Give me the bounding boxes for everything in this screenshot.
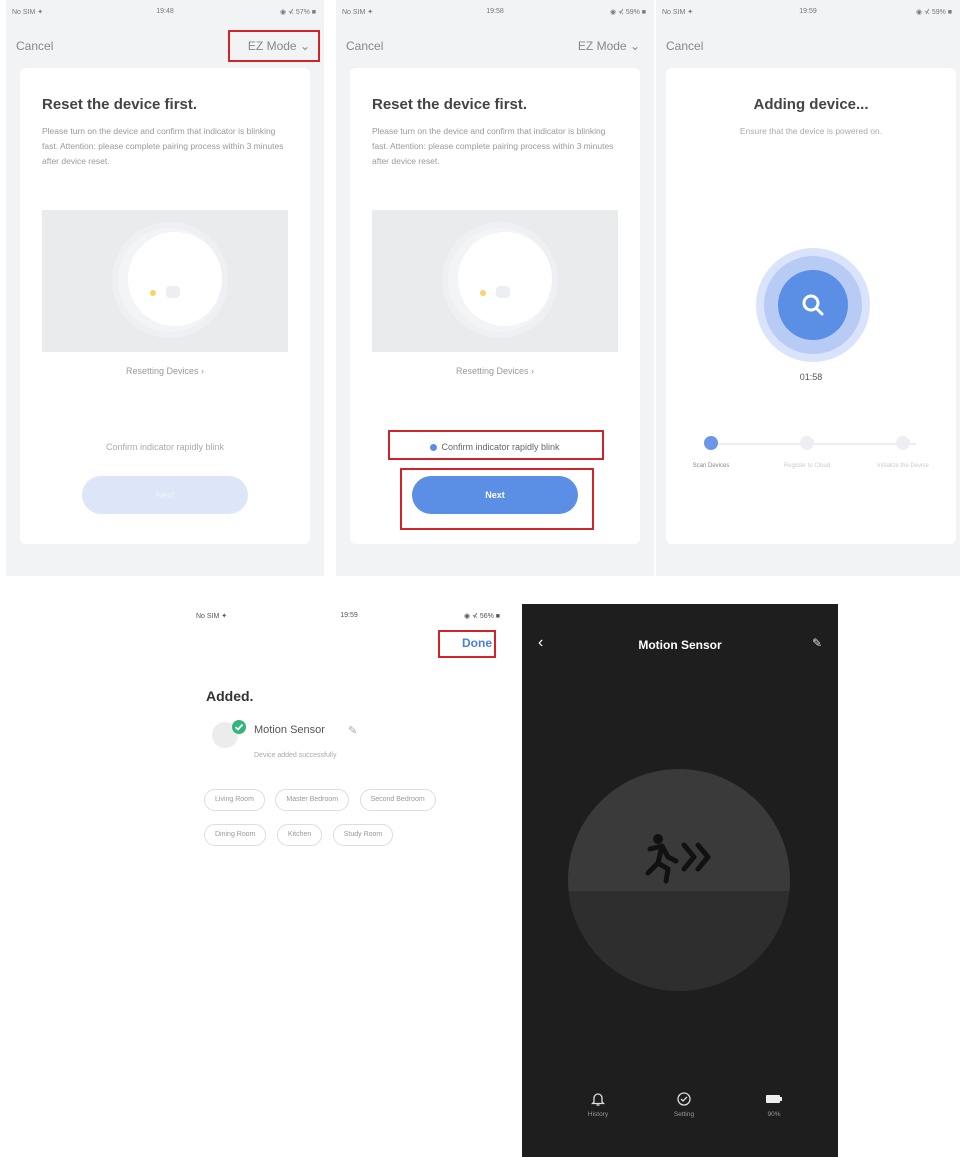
battery-indicator: ◉ ⊀ 56% ■ — [463, 613, 500, 620]
tab-battery: 90% — [744, 1091, 804, 1118]
cancel-button[interactable]: Cancel — [666, 39, 703, 53]
top-nav: Cancel EZ Mode ⌄ — [336, 34, 654, 58]
page-title: Motion Sensor — [638, 638, 722, 652]
motion-status-circle — [568, 769, 790, 991]
confirm-blink-label: Confirm indicator rapidly blink — [105, 442, 225, 452]
page-title: Adding device... — [753, 96, 869, 113]
page-title: Added. — [206, 688, 254, 704]
instruction-text: Please turn on the device and confirm th… — [42, 126, 284, 166]
cancel-button[interactable]: Cancel — [16, 39, 53, 53]
adding-card: Adding device... Ensure that the device … — [666, 68, 956, 544]
tab-history[interactable]: History — [568, 1091, 628, 1118]
clock: 19:59 — [799, 8, 817, 15]
indicator-led-icon — [480, 290, 486, 296]
next-button[interactable]: Next — [82, 476, 248, 514]
ez-mode-selector[interactable]: EZ Mode ⌄ — [578, 39, 640, 53]
room-chip-master-bedroom[interactable]: Master Bedroom — [275, 789, 350, 811]
status-bar: No SIM ✦ 19:59 ◉ ⊀ 59% ■ — [656, 8, 960, 22]
resetting-devices-link[interactable]: Resetting Devices › — [350, 366, 640, 376]
status-bar: No SIM ✦ 19:48 ◉ ⊀ 57% ■ — [6, 8, 324, 22]
settings-check-icon — [677, 1092, 691, 1106]
bell-icon — [591, 1093, 605, 1106]
motion-running-icon — [645, 834, 711, 884]
clock: 19:59 — [340, 612, 358, 619]
battery-indicator: ◉ ⊀ 59% ■ — [915, 9, 952, 16]
resetting-devices-label: Resetting Devices — [125, 366, 199, 376]
chevron-down-icon: ⌄ — [629, 39, 640, 53]
status-bar: No SIM ✦ 19:59 ◉ ⊀ 56% ■ — [190, 612, 508, 626]
countdown-timer: 01:58 — [799, 372, 823, 382]
battery-indicator: ◉ ⊀ 57% ■ — [279, 9, 316, 16]
search-icon — [802, 294, 824, 316]
scanning-indicator — [778, 270, 848, 340]
chevron-right-icon: › — [531, 366, 535, 376]
resetting-devices-label: Resetting Devices — [455, 366, 529, 376]
battery-level-label: 90% — [767, 1111, 781, 1118]
step-dot-register — [800, 436, 814, 450]
screen-reset-step-1: No SIM ✦ 19:48 ◉ ⊀ 57% ■ Cancel EZ Mode … — [6, 0, 324, 576]
room-chip-study-room[interactable]: Study Room — [332, 824, 394, 846]
subtitle: Ensure that the device is powered on. — [739, 126, 883, 136]
reset-button-icon — [166, 286, 180, 298]
screen-adding-device: No SIM ✦ 19:59 ◉ ⊀ 59% ■ Cancel Adding d… — [656, 0, 960, 576]
highlight-next-button — [400, 468, 594, 530]
step-dot-initialize — [896, 436, 910, 450]
step-label-initialize: Initialize the Device — [877, 463, 929, 469]
screen-device-added: No SIM ✦ 19:59 ◉ ⊀ 56% ■ Done Added. Mot… — [190, 604, 508, 1157]
battery-indicator: ◉ ⊀ 59% ■ — [609, 9, 646, 16]
reset-button-icon — [496, 286, 510, 298]
status-bar: No SIM ✦ 19:58 ◉ ⊀ 59% ■ — [336, 8, 654, 22]
tab-setting[interactable]: Setting — [654, 1091, 714, 1118]
room-chip-second-bedroom[interactable]: Second Bedroom — [359, 789, 436, 811]
step-dot-scan — [704, 436, 718, 450]
indicator-led-icon — [150, 290, 156, 296]
cancel-button[interactable]: Cancel — [346, 39, 383, 53]
page-title: Reset the device first. — [42, 96, 198, 113]
highlight-ez-mode — [228, 30, 320, 62]
instruction-text: Please turn on the device and confirm th… — [372, 126, 614, 166]
clock: 19:58 — [486, 8, 504, 15]
top-nav: Cancel — [656, 34, 960, 58]
room-chip-list: Living Room Master Bedroom Second Bedroo… — [204, 788, 494, 858]
tab-setting-label: Setting — [673, 1111, 695, 1118]
device-illustration — [372, 210, 618, 352]
device-illustration — [42, 210, 288, 352]
chevron-right-icon: › — [201, 366, 205, 376]
step-label-register: Register to Cloud — [783, 463, 831, 469]
edit-icon[interactable]: ✎ — [812, 636, 822, 650]
reset-card: Reset the device first. Please turn on t… — [20, 68, 310, 544]
device-name: Motion Sensor — [254, 724, 325, 736]
room-chip-dining-room[interactable]: Dining Room — [204, 824, 267, 846]
room-chip-kitchen[interactable]: Kitchen — [276, 824, 323, 846]
step-label-scan: Scan Devices — [692, 463, 730, 469]
edit-name-icon[interactable]: ✎ — [348, 724, 357, 737]
room-chip-living-room[interactable]: Living Room — [204, 789, 265, 811]
circle-lower-half — [568, 891, 790, 991]
device-status-text: Device added successfully — [254, 752, 337, 759]
highlight-confirm-checkbox — [388, 430, 604, 460]
check-icon — [234, 723, 244, 731]
highlight-done-button — [438, 630, 496, 658]
confirm-blink-checkbox[interactable]: Confirm indicator rapidly blink — [20, 442, 310, 452]
device-disc — [128, 232, 222, 326]
clock: 19:48 — [156, 8, 174, 15]
resetting-devices-link[interactable]: Resetting Devices › — [20, 366, 310, 376]
ez-mode-label: EZ Mode — [577, 39, 627, 53]
screen-reset-step-2: No SIM ✦ 19:58 ◉ ⊀ 59% ■ Cancel EZ Mode … — [336, 0, 654, 576]
page-title: Reset the device first. — [372, 96, 528, 113]
success-check-icon — [232, 720, 246, 734]
tab-history-label: History — [587, 1111, 609, 1118]
battery-icon — [766, 1095, 782, 1103]
screen-motion-sensor-panel: ‹ Motion Sensor ✎ History Setting 90% — [522, 604, 838, 1157]
device-disc — [458, 232, 552, 326]
